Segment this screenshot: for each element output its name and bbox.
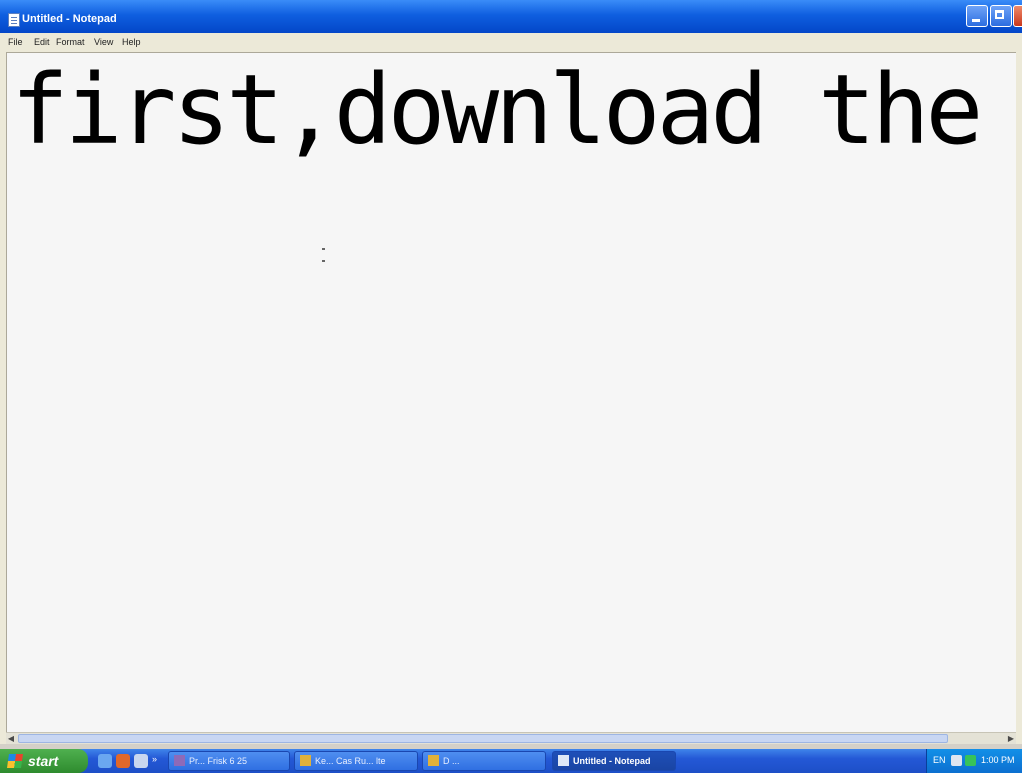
ie-icon[interactable] (98, 754, 112, 768)
taskbar-item-active[interactable]: Untitled - Notepad (552, 751, 676, 771)
horizontal-scrollbar[interactable]: ◀ ▶ (6, 732, 1016, 744)
system-tray: EN 1:00 PM (926, 749, 1022, 773)
menu-file[interactable]: File (8, 37, 23, 47)
network-icon[interactable] (965, 755, 976, 766)
notepad-icon[interactable] (8, 13, 20, 27)
close-button[interactable] (1013, 5, 1022, 27)
volume-icon[interactable] (951, 755, 962, 766)
editor-text: first,download the (11, 54, 983, 166)
taskbar-item-label: D ... (443, 756, 460, 766)
scrollbar-thumb[interactable] (18, 734, 948, 743)
title-bar[interactable]: Untitled - Notepad (0, 0, 1022, 33)
scroll-left-icon[interactable]: ◀ (6, 734, 16, 743)
media-player-icon[interactable] (116, 754, 130, 768)
folder-icon (428, 755, 439, 766)
folder-icon (300, 755, 311, 766)
chevron-icon[interactable]: » (152, 754, 160, 768)
taskbar: start » Pr... Frisk 6 25 Ke... Cas Ru...… (0, 749, 1022, 773)
menu-help[interactable]: Help (122, 37, 141, 47)
desktop-icon[interactable] (134, 754, 148, 768)
clock[interactable]: 1:00 PM (981, 755, 1015, 765)
scroll-right-icon[interactable]: ▶ (1006, 734, 1016, 743)
notepad-window: Untitled - Notepad File Edit Format View… (0, 0, 1022, 744)
mouse-cursor-ibeam (322, 248, 325, 262)
start-label: start (28, 753, 59, 769)
window-title: Untitled - Notepad (22, 13, 117, 25)
minimize-button[interactable] (966, 5, 988, 27)
menu-edit[interactable]: Edit (34, 37, 50, 47)
menu-view[interactable]: View (94, 37, 113, 47)
start-button[interactable]: start (0, 749, 88, 773)
menu-format[interactable]: Format (56, 37, 85, 47)
maximize-button[interactable] (990, 5, 1012, 27)
text-editor-area[interactable]: first,download the (6, 52, 1016, 732)
notepad-icon (558, 755, 569, 766)
taskbar-item-label: Untitled - Notepad (573, 756, 651, 766)
windows-flag-icon (7, 754, 23, 768)
language-indicator[interactable]: EN (933, 755, 946, 765)
app-icon (174, 755, 185, 766)
taskbar-item-label: Ke... Cas Ru... lte (315, 756, 386, 766)
taskbar-item-label: Pr... Frisk 6 25 (189, 756, 248, 766)
taskbar-item[interactable]: Pr... Frisk 6 25 (168, 751, 290, 771)
taskbar-item[interactable]: D ... (422, 751, 546, 771)
taskbar-item[interactable]: Ke... Cas Ru... lte (294, 751, 418, 771)
menu-bar: File Edit Format View Help (0, 33, 1022, 52)
